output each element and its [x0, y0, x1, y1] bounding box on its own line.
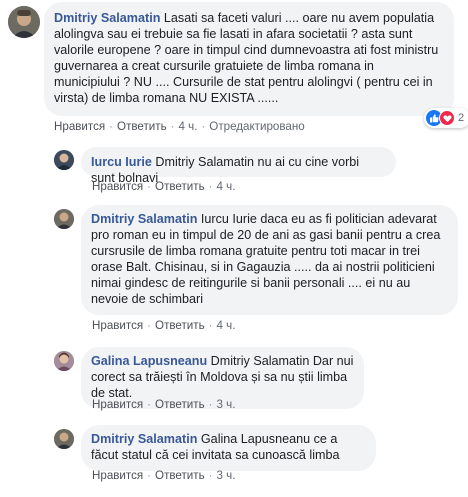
- comment-author[interactable]: Dmitriy Salamatin: [91, 212, 197, 226]
- comment-bubble: Iurcu Iurie Dmitriy Salamatin nu ai cu c…: [81, 147, 396, 185]
- like-link[interactable]: Нравится: [92, 469, 143, 482]
- reply-comment: Dmitriy Salamatin Galina Lapusneanu ce a…: [0, 423, 468, 495]
- avatar[interactable]: [54, 209, 74, 229]
- heart-icon: [439, 110, 455, 126]
- comment-text: Lasati sa faceti valuri .... oare nu ave…: [54, 11, 439, 105]
- comment-time[interactable]: 4 ч.: [216, 180, 235, 193]
- comment-author[interactable]: Galina Lapusneanu: [91, 354, 207, 368]
- comment-bubble: Dmitriy Salamatin Lasati sa faceti valur…: [44, 2, 454, 116]
- comment-actions: Нравится · Ответить · 4 ч. · Отредактировано: [54, 120, 305, 133]
- comment-bubble: Dmitriy Salamatin Iurcu Iurie daca eu as…: [81, 205, 458, 315]
- reply-link[interactable]: Ответить: [155, 469, 205, 482]
- comment-author[interactable]: Dmitriy Salamatin: [54, 11, 160, 25]
- like-link[interactable]: Нравится: [54, 120, 105, 133]
- comment-time[interactable]: 3 ч.: [216, 398, 235, 411]
- avatar[interactable]: [54, 150, 74, 170]
- avatar[interactable]: [54, 351, 74, 371]
- reply-link[interactable]: Ответить: [155, 398, 205, 411]
- comment-text: Iurcu Iurie daca eu as fi politician ade…: [91, 212, 441, 306]
- avatar[interactable]: [8, 6, 40, 38]
- comment-author[interactable]: Dmitriy Salamatin: [91, 432, 197, 446]
- comment-actions: Нравится · Ответить · 4 ч.: [92, 180, 236, 193]
- comment-time[interactable]: 3 ч.: [216, 469, 235, 482]
- reply-link[interactable]: Ответить: [117, 120, 167, 133]
- comment-time[interactable]: 4 ч.: [216, 319, 235, 332]
- edited-label: Отредактировано: [209, 120, 305, 133]
- reaction-count: 2: [458, 112, 465, 124]
- reply-comment: Iurcu Iurie Dmitriy Salamatin nu ai cu c…: [0, 145, 468, 197]
- like-link[interactable]: Нравится: [92, 398, 143, 411]
- reaction-summary[interactable]: 2: [424, 108, 468, 128]
- like-link[interactable]: Нравится: [92, 180, 143, 193]
- comment-actions: Нравится · Ответить · 4 ч.: [92, 319, 236, 332]
- comment-author[interactable]: Iurcu Iurie: [91, 155, 152, 169]
- comment-time[interactable]: 4 ч.: [178, 120, 197, 133]
- reply-comment: Dmitriy Salamatin Iurcu Iurie daca eu as…: [0, 205, 468, 340]
- comment-actions: Нравится · Ответить · 3 ч.: [92, 398, 236, 411]
- comment-bubble: Dmitriy Salamatin Galina Lapusneanu ce a…: [81, 425, 376, 471]
- reply-link[interactable]: Ответить: [155, 180, 205, 193]
- comment-actions: Нравится · Ответить · 3 ч.: [92, 469, 236, 482]
- reply-link[interactable]: Ответить: [155, 319, 205, 332]
- comment: Dmitriy Salamatin Lasati sa faceti valur…: [0, 0, 468, 145]
- like-link[interactable]: Нравится: [92, 319, 143, 332]
- avatar[interactable]: [54, 429, 74, 449]
- reply-comment: Galina Lapusneanu Dmitriy Salamatin Dar …: [0, 345, 468, 417]
